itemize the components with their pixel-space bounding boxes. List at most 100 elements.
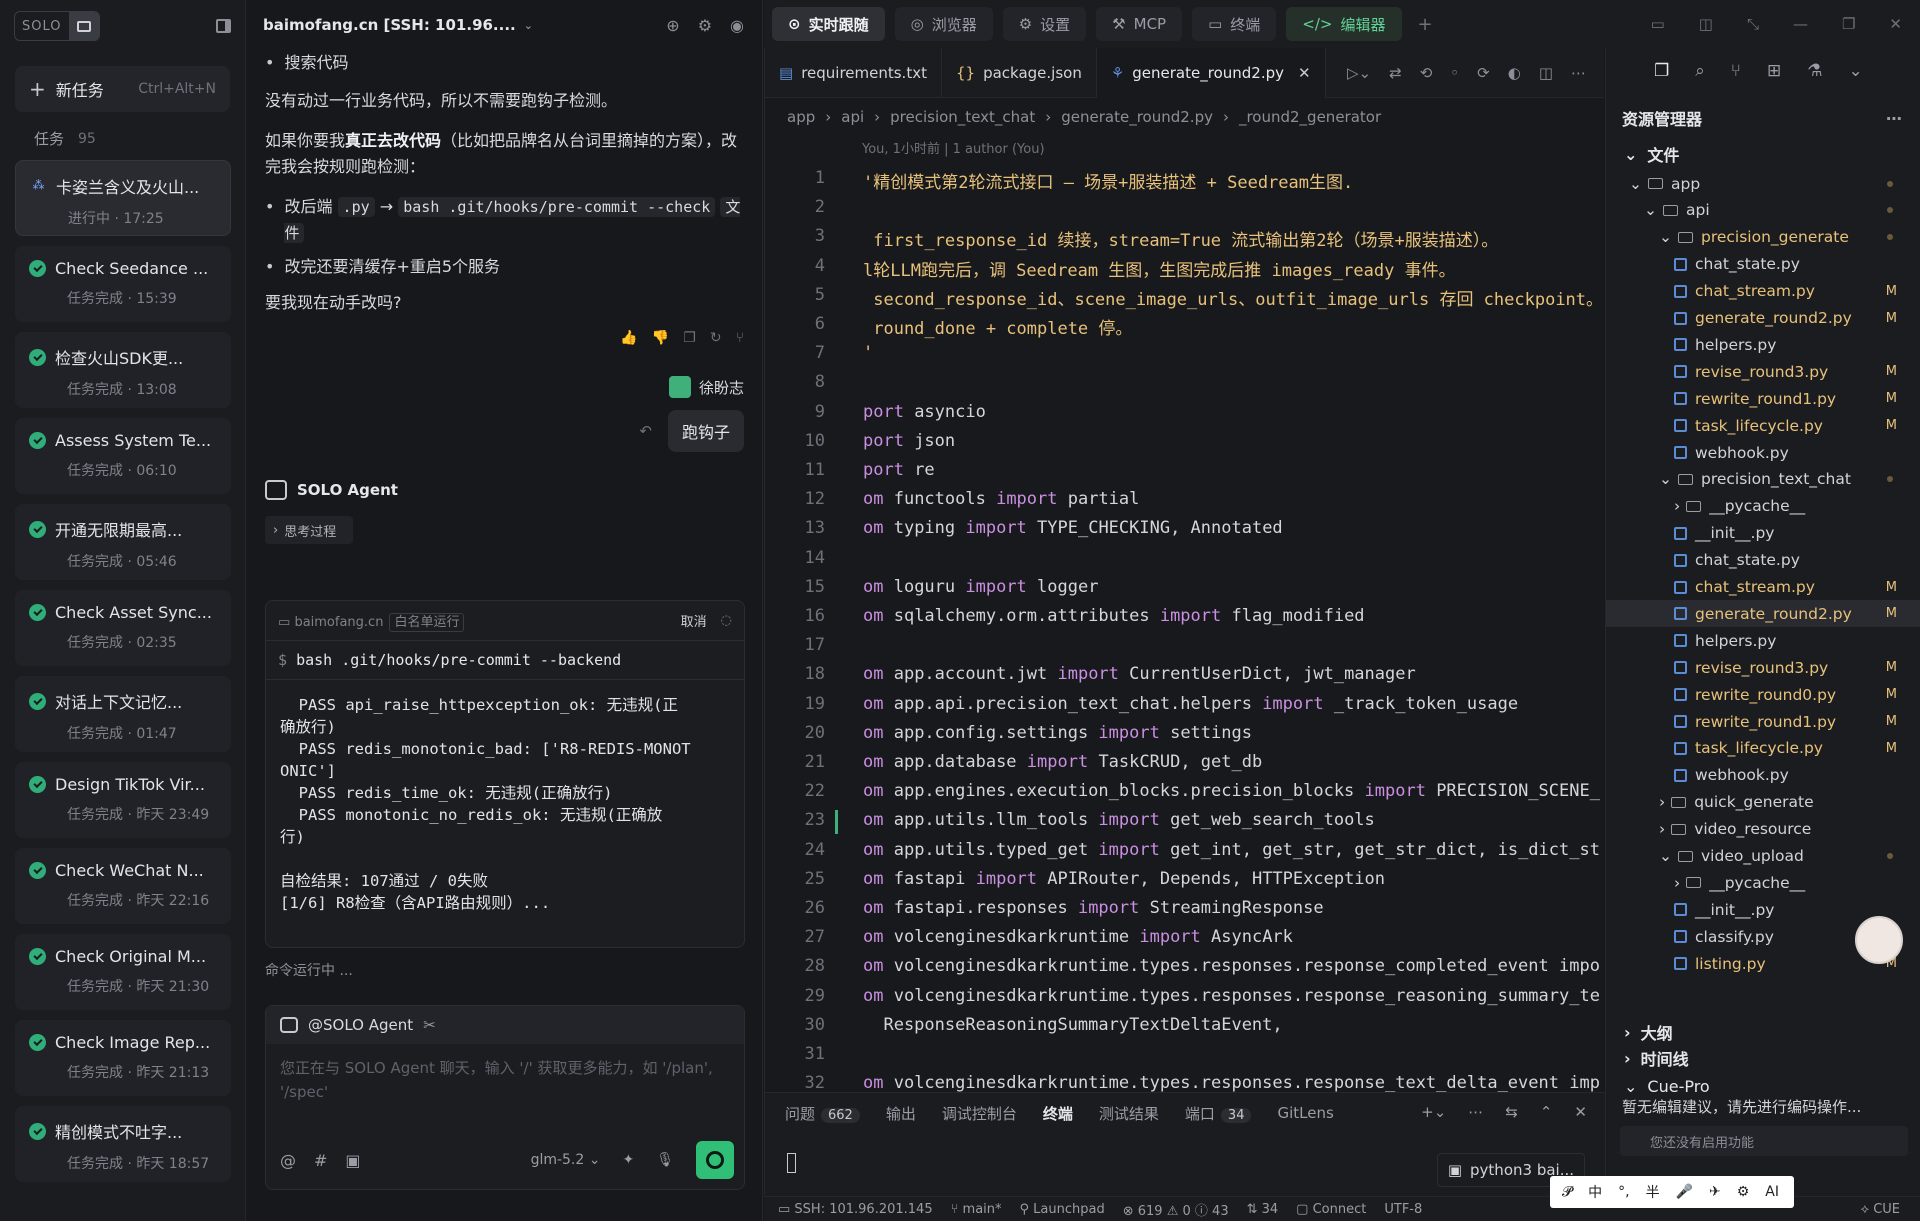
user-icon[interactable]: ◉: [730, 16, 744, 35]
chevron-down-icon[interactable]: ⌄: [1848, 61, 1862, 81]
sidebar-toggle-icon[interactable]: [216, 19, 231, 33]
new-chat-icon[interactable]: ⊕: [666, 16, 679, 35]
breadcrumb-item[interactable]: generate_round2.py: [1061, 108, 1213, 126]
task-item[interactable]: 对话上下文记忆... 任务完成 · 01:47: [15, 676, 231, 752]
breadcrumb-item[interactable]: precision_text_chat: [890, 108, 1035, 126]
tree-folder[interactable]: ⌄ api: [1606, 197, 1920, 224]
ime-key[interactable]: 中: [1588, 1182, 1602, 1202]
tree-file[interactable]: __init__.py: [1606, 520, 1920, 547]
task-item[interactable]: 开通无限期最高... 任务完成 · 05:46: [15, 504, 231, 580]
close-icon[interactable]: ✕: [1889, 15, 1902, 33]
sparkle-icon[interactable]: ✦: [622, 1152, 634, 1168]
thinking-toggle[interactable]: › 思考过程: [265, 516, 353, 544]
task-item[interactable]: 精创模式不吐字... 任务完成 · 昨天 18:57: [15, 1106, 231, 1182]
shrink-icon[interactable]: ⤡: [1747, 15, 1759, 33]
remote-indicator[interactable]: ▭ SSH: 101.96.201.145: [778, 1202, 933, 1217]
files-section[interactable]: ⌄ 文件: [1606, 140, 1920, 168]
outline-section[interactable]: › 大纲: [1606, 1018, 1920, 1046]
tree-file[interactable]: generate_round2.py M: [1606, 305, 1920, 332]
task-item[interactable]: Check Original M... 任务完成 · 昨天 21:30: [15, 934, 231, 1010]
cue-status[interactable]: ⟡ CUE: [1860, 1202, 1900, 1217]
ime-key[interactable]: ✈: [1709, 1184, 1721, 1200]
ime-key[interactable]: °,: [1618, 1184, 1629, 1200]
ime-key[interactable]: AI: [1765, 1184, 1779, 1200]
launchpad-item[interactable]: ⚲ Launchpad: [1020, 1202, 1105, 1217]
code-lines[interactable]: 1 '精创模式第2轮流式接口 — 场景+服装描述 + Seedream生图. 2 3 …: [765, 160, 1605, 1092]
connect-item[interactable]: ▢ Connect: [1296, 1202, 1366, 1217]
tree-file[interactable]: revise_round3.py M: [1606, 654, 1920, 681]
ports-indicator[interactable]: ⇅ 34: [1247, 1202, 1279, 1217]
image-icon[interactable]: ▣: [345, 1151, 360, 1170]
search-icon[interactable]: ⌕: [1695, 61, 1705, 81]
testing-icon[interactable]: ⚗: [1807, 61, 1822, 81]
tab-mcp[interactable]: ⚒ MCP: [1096, 7, 1183, 41]
prev-change-icon[interactable]: ⟲: [1420, 64, 1433, 82]
source-control-icon[interactable]: ⑂: [1731, 61, 1741, 81]
task-item[interactable]: Check Seedance ... 任务完成 · 15:39: [15, 246, 231, 322]
tree-folder[interactable]: ⌄ precision_generate: [1606, 224, 1920, 251]
file-tab[interactable]: {} package.json: [942, 47, 1097, 98]
task-item[interactable]: ⁂ 卡姿兰含义及火山... 进行中 · 17:25: [15, 160, 231, 236]
cancel-button[interactable]: 取消: [681, 611, 707, 630]
task-item[interactable]: Design TikTok Vir... 任务完成 · 昨天 23:49: [15, 762, 231, 838]
run-icon[interactable]: ▷⌄: [1347, 64, 1371, 82]
task-item[interactable]: Check Asset Sync... 任务完成 · 02:35: [15, 590, 231, 666]
compare-icon[interactable]: ⇄: [1389, 64, 1402, 82]
blame-icon[interactable]: ◐: [1508, 64, 1521, 82]
cue-enable-banner[interactable]: 您还没有启用功能: [1620, 1126, 1908, 1156]
tree-file[interactable]: chat_state.py: [1606, 251, 1920, 278]
copy-icon[interactable]: ❐: [683, 330, 696, 346]
thumbs-down-icon[interactable]: 👎: [652, 330, 669, 346]
more-icon[interactable]: ⋯: [1571, 64, 1586, 82]
encoding-label[interactable]: UTF-8: [1384, 1202, 1422, 1217]
file-tab-active[interactable]: ⚘ generate_round2.py ✕: [1096, 47, 1326, 98]
chat-input[interactable]: 您正在与 SOLO Agent 聊天，输入 '/' 获取更多能力，如 '/pla…: [266, 1044, 744, 1116]
task-item[interactable]: Check Image Rep... 任务完成 · 昨天 21:13: [15, 1020, 231, 1096]
tree-folder[interactable]: ⌄ video_upload: [1606, 843, 1920, 870]
task-item[interactable]: Check WeChat N... 任务完成 · 昨天 22:16: [15, 848, 231, 924]
whitelist-badge[interactable]: 白名单运行: [389, 613, 465, 632]
tab-browser[interactable]: ◎ 浏览器: [894, 7, 993, 41]
hash-icon[interactable]: #: [314, 1151, 327, 1170]
tree-folder[interactable]: › quick_generate: [1606, 789, 1920, 816]
tree-file[interactable]: rewrite_round0.py M: [1606, 681, 1920, 708]
tree-file[interactable]: rewrite_round1.py M: [1606, 385, 1920, 412]
layout-icon[interactable]: ▭: [1651, 15, 1665, 33]
more-icon[interactable]: ⋯: [1468, 1103, 1483, 1121]
send-button[interactable]: [696, 1141, 734, 1179]
mic-icon[interactable]: 🎙: [656, 1152, 674, 1168]
more-icon[interactable]: ⋯: [1886, 109, 1902, 128]
tab-follow[interactable]: ⊙ 实时跟随: [772, 7, 885, 41]
tab-terminal[interactable]: ▭ 终端: [1192, 7, 1277, 41]
tree-file[interactable]: rewrite_round1.py M: [1606, 708, 1920, 735]
next-change-icon[interactable]: ⟳: [1477, 64, 1490, 82]
add-tab-icon[interactable]: +: [1418, 14, 1433, 35]
gear-icon[interactable]: ⚙: [698, 16, 712, 35]
tree-file[interactable]: task_lifecycle.py M: [1606, 735, 1920, 762]
chat-host-title[interactable]: baimofang.cn [SSH: 101.96.... ⌄: [263, 16, 533, 34]
extensions-icon[interactable]: ⊞: [1767, 61, 1781, 81]
files-icon[interactable]: ❐: [1654, 61, 1669, 81]
layout-icon[interactable]: ⇆: [1505, 1103, 1518, 1121]
branch-icon[interactable]: ⑂: [736, 330, 744, 346]
ime-key[interactable]: ⚙: [1737, 1184, 1750, 1200]
tree-file[interactable]: chat_stream.py M: [1606, 574, 1920, 601]
task-item[interactable]: Assess System Te... 任务完成 · 06:10: [15, 418, 231, 494]
tools-icon[interactable]: ✂: [423, 1016, 436, 1034]
maximize-icon[interactable]: ❐: [1842, 15, 1855, 33]
tree-file[interactable]: helpers.py: [1606, 331, 1920, 358]
panel-tab[interactable]: 问题 662: [785, 1103, 860, 1124]
minimize-icon[interactable]: —: [1793, 15, 1808, 33]
ime-key[interactable]: 🎤: [1676, 1184, 1693, 1200]
ime-key[interactable]: 半: [1646, 1182, 1660, 1202]
tree-file[interactable]: chat_state.py: [1606, 547, 1920, 574]
chevron-up-icon[interactable]: ⌃: [1540, 1103, 1553, 1121]
tree-folder[interactable]: › __pycache__: [1606, 493, 1920, 520]
branch-indicator[interactable]: ⑂ main*: [951, 1202, 1002, 1217]
close-icon[interactable]: ✕: [1298, 64, 1311, 82]
breadcrumb-item[interactable]: api: [841, 108, 864, 126]
model-select[interactable]: glm-5.2 ⌄: [531, 1152, 601, 1168]
close-icon[interactable]: ✕: [1574, 1103, 1587, 1121]
tree-file[interactable]: helpers.py: [1606, 627, 1920, 654]
add-terminal-icon[interactable]: +⌄: [1421, 1103, 1446, 1121]
